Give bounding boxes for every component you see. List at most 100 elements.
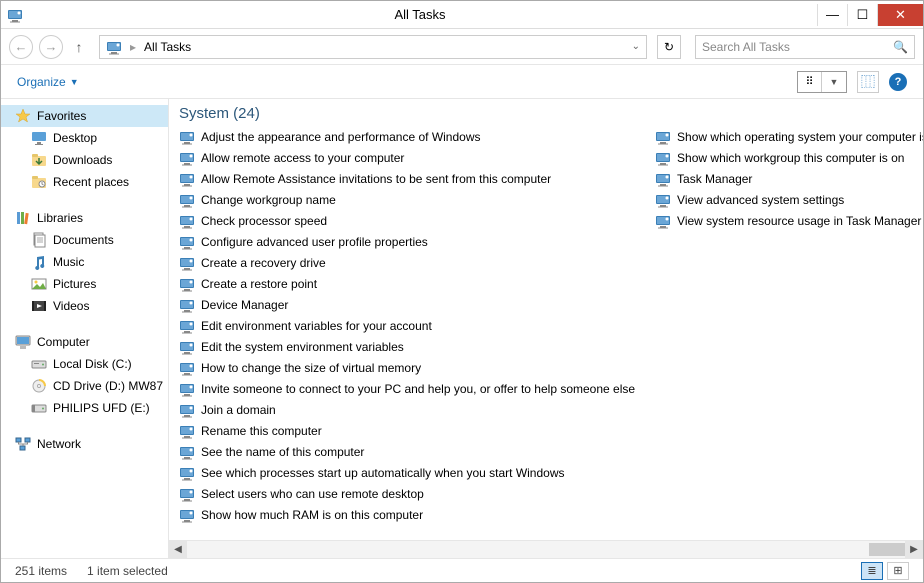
task-item[interactable]: Device Manager: [179, 294, 635, 315]
task-label: View advanced system settings: [677, 193, 844, 207]
tree-computer[interactable]: Computer: [1, 331, 168, 353]
nav-bar: ← → ↑ ▸ All Tasks ⌄ ↻ Search All Tasks 🔍: [1, 29, 923, 65]
task-label: See the name of this computer: [201, 445, 364, 459]
tree-pictures[interactable]: Pictures: [1, 273, 168, 295]
control-panel-icon: [179, 339, 195, 355]
task-item[interactable]: Edit environment variables for your acco…: [179, 315, 635, 336]
task-label: Configure advanced user profile properti…: [201, 235, 428, 249]
titlebar: All Tasks — ☐ ✕: [1, 1, 923, 29]
tree-network[interactable]: Network: [1, 433, 168, 455]
tree-favorites[interactable]: Favorites: [1, 105, 168, 127]
task-label: Create a recovery drive: [201, 256, 326, 270]
task-item[interactable]: Check processor speed: [179, 210, 635, 231]
task-label: Invite someone to connect to your PC and…: [201, 382, 635, 396]
refresh-button[interactable]: ↻: [657, 35, 681, 59]
task-item[interactable]: Select users who can use remote desktop: [179, 483, 635, 504]
task-label: Check processor speed: [201, 214, 327, 228]
task-item[interactable]: Allow Remote Assistance invitations to b…: [179, 168, 635, 189]
task-label: Show how much RAM is on this computer: [201, 508, 423, 522]
task-item[interactable]: Configure advanced user profile properti…: [179, 231, 635, 252]
chevron-down-icon: ▼: [70, 77, 79, 87]
details-view-button[interactable]: ≣: [861, 562, 883, 580]
libraries-icon: [15, 210, 31, 226]
task-item[interactable]: Allow remote access to your computer: [179, 147, 635, 168]
help-button[interactable]: ?: [889, 73, 907, 91]
view-dropdown-button[interactable]: ▼: [822, 72, 846, 92]
task-item[interactable]: Change workgroup name: [179, 189, 635, 210]
task-item[interactable]: Show which workgroup this computer is on: [655, 147, 923, 168]
task-item[interactable]: Join a domain: [179, 399, 635, 420]
search-input[interactable]: Search All Tasks 🔍: [695, 35, 915, 59]
tree-cd-drive[interactable]: CD Drive (D:) MW87: [1, 375, 168, 397]
task-item[interactable]: Edit the system environment variables: [179, 336, 635, 357]
tree-recent[interactable]: Recent places: [1, 171, 168, 193]
downloads-icon: [31, 152, 47, 168]
tree-local-disk[interactable]: Local Disk (C:): [1, 353, 168, 375]
task-label: Join a domain: [201, 403, 276, 417]
control-panel-icon: [179, 381, 195, 397]
status-bar: 251 items 1 item selected ≣ ⊞: [1, 558, 923, 582]
forward-button[interactable]: →: [39, 35, 63, 59]
control-panel-icon: [179, 129, 195, 145]
control-panel-icon: [655, 150, 671, 166]
task-item[interactable]: Rename this computer: [179, 420, 635, 441]
tree-videos[interactable]: Videos: [1, 295, 168, 317]
usb-icon: [31, 400, 47, 416]
task-label: Allow Remote Assistance invitations to b…: [201, 172, 551, 186]
organize-button[interactable]: Organize ▼: [17, 75, 79, 89]
task-item[interactable]: Show how much RAM is on this computer: [179, 504, 635, 525]
view-mode-selector[interactable]: ⠿ ▼: [797, 71, 847, 93]
task-item[interactable]: Invite someone to connect to your PC and…: [179, 378, 635, 399]
task-item[interactable]: See which processes start up automatical…: [179, 462, 635, 483]
large-icons-view-button[interactable]: ⊞: [887, 562, 909, 580]
task-item[interactable]: Show which operating system your compute…: [655, 126, 923, 147]
task-label: Device Manager: [201, 298, 288, 312]
task-label: Task Manager: [677, 172, 752, 186]
task-item[interactable]: View system resource usage in Task Manag…: [655, 210, 923, 231]
tree-desktop[interactable]: Desktop: [1, 127, 168, 149]
control-panel-icon: [179, 465, 195, 481]
task-label: Edit the system environment variables: [201, 340, 404, 354]
task-item[interactable]: View advanced system settings: [655, 189, 923, 210]
view-icons-button[interactable]: ⠿: [798, 72, 822, 92]
computer-icon: [15, 334, 31, 350]
tree-downloads[interactable]: Downloads: [1, 149, 168, 171]
preview-pane-button[interactable]: ⿲: [857, 71, 879, 93]
cd-icon: [31, 378, 47, 394]
maximize-button[interactable]: ☐: [847, 4, 877, 26]
minimize-button[interactable]: —: [817, 4, 847, 26]
tree-documents[interactable]: Documents: [1, 229, 168, 251]
control-panel-icon: [179, 234, 195, 250]
control-panel-icon: [655, 192, 671, 208]
control-panel-icon: [655, 213, 671, 229]
task-item[interactable]: How to change the size of virtual memory: [179, 357, 635, 378]
task-item[interactable]: Create a restore point: [179, 273, 635, 294]
group-header-system[interactable]: System (24): [169, 99, 923, 126]
tree-libraries[interactable]: Libraries: [1, 207, 168, 229]
control-panel-icon: [179, 297, 195, 313]
scroll-right-button[interactable]: ▶: [905, 541, 923, 558]
task-item[interactable]: Adjust the appearance and performance of…: [179, 126, 635, 147]
task-label: Adjust the appearance and performance of…: [201, 130, 481, 144]
horizontal-scrollbar[interactable]: ◀ ▶: [169, 540, 923, 558]
control-panel-icon: [655, 129, 671, 145]
address-bar[interactable]: ▸ All Tasks ⌄: [99, 35, 647, 59]
back-button[interactable]: ←: [9, 35, 33, 59]
documents-icon: [31, 232, 47, 248]
task-label: Show which workgroup this computer is on: [677, 151, 904, 165]
tree-usb-drive[interactable]: PHILIPS UFD (E:): [1, 397, 168, 419]
tree-music[interactable]: Music: [1, 251, 168, 273]
address-dropdown-icon[interactable]: ⌄: [632, 41, 640, 52]
task-item[interactable]: Create a recovery drive: [179, 252, 635, 273]
control-panel-icon: [179, 150, 195, 166]
close-button[interactable]: ✕: [877, 4, 923, 26]
task-label: Create a restore point: [201, 277, 317, 291]
scroll-left-button[interactable]: ◀: [169, 541, 187, 558]
task-item[interactable]: Task Manager: [655, 168, 923, 189]
task-label: Select users who can use remote desktop: [201, 487, 424, 501]
task-column-1: Adjust the appearance and performance of…: [169, 126, 645, 540]
task-item[interactable]: See the name of this computer: [179, 441, 635, 462]
navigation-tree: Favorites Desktop Downloads Recent place…: [1, 99, 169, 558]
search-icon: 🔍: [893, 40, 908, 54]
up-button[interactable]: ↑: [69, 39, 89, 55]
